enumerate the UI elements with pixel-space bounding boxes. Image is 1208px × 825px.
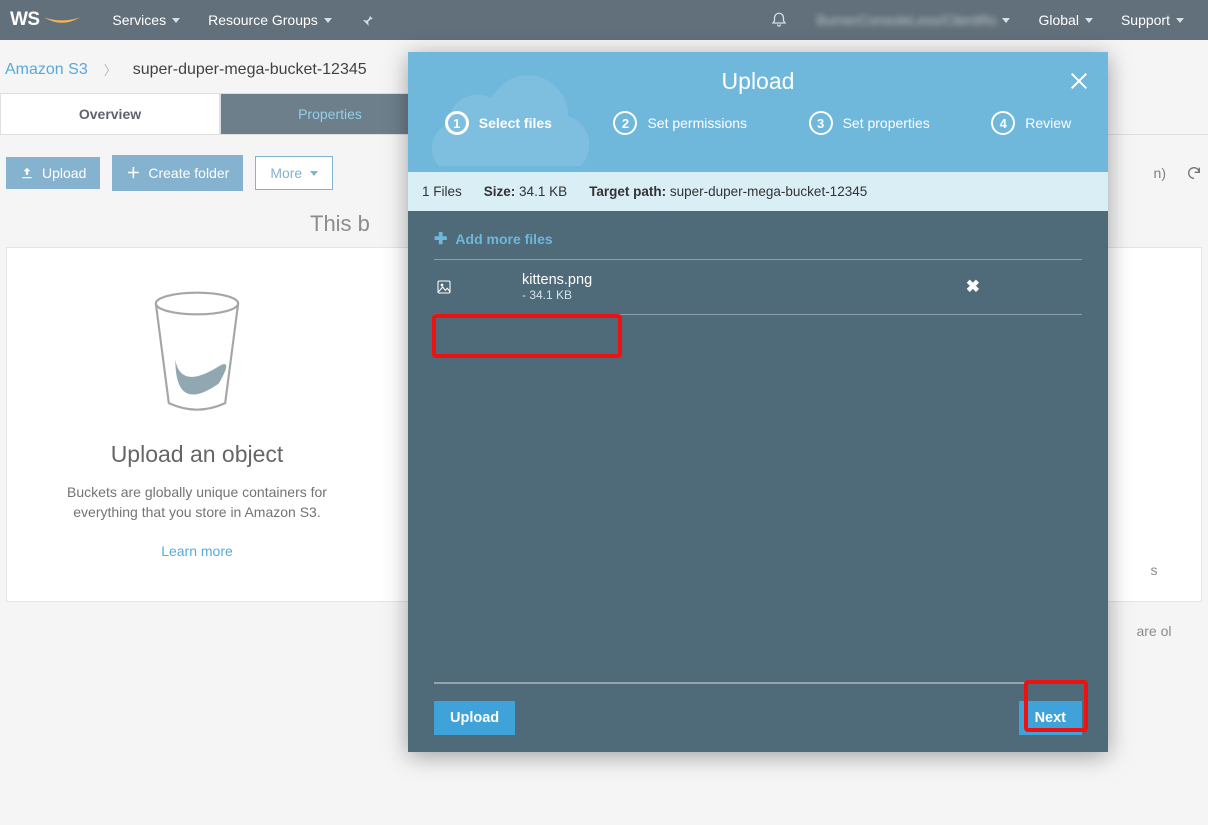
image-file-icon <box>436 279 452 295</box>
modal-footer: Upload Next <box>434 682 1082 752</box>
file-size: - 34.1 KB <box>522 288 592 302</box>
modal-header: Upload 1Select files 2Set permissions 3S… <box>408 52 1108 172</box>
upload-modal: Upload 1Select files 2Set permissions 3S… <box>408 52 1108 752</box>
plus-icon: ✚ <box>434 229 447 249</box>
info-files-count: 1 Files <box>422 184 462 199</box>
file-row[interactable]: kittens.png - 34.1 KB ✖ <box>434 260 1082 315</box>
modal-upload-button[interactable]: Upload <box>434 701 515 735</box>
step-set-permissions[interactable]: 2Set permissions <box>613 111 747 135</box>
add-more-files[interactable]: ✚ Add more files <box>434 229 1082 259</box>
file-list: kittens.png - 34.1 KB ✖ <box>434 259 1082 315</box>
step-set-properties[interactable]: 3Set properties <box>809 111 930 135</box>
remove-file-button[interactable]: ✖ <box>966 277 980 297</box>
modal-info-bar: 1 Files Size: 34.1 KB Target path: super… <box>408 172 1108 211</box>
file-name: kittens.png <box>522 272 592 288</box>
info-target: Target path: super-duper-mega-bucket-123… <box>589 184 867 199</box>
info-size: Size: 34.1 KB <box>484 184 567 199</box>
modal-close-button[interactable] <box>1068 70 1090 97</box>
step-review[interactable]: 4Review <box>991 111 1071 135</box>
modal-next-button[interactable]: Next <box>1019 701 1082 735</box>
close-icon <box>1068 70 1090 92</box>
modal-body: ✚ Add more files kittens.png - 34.1 KB ✖ <box>408 211 1108 682</box>
cloud-upload-bg-icon <box>418 46 608 166</box>
